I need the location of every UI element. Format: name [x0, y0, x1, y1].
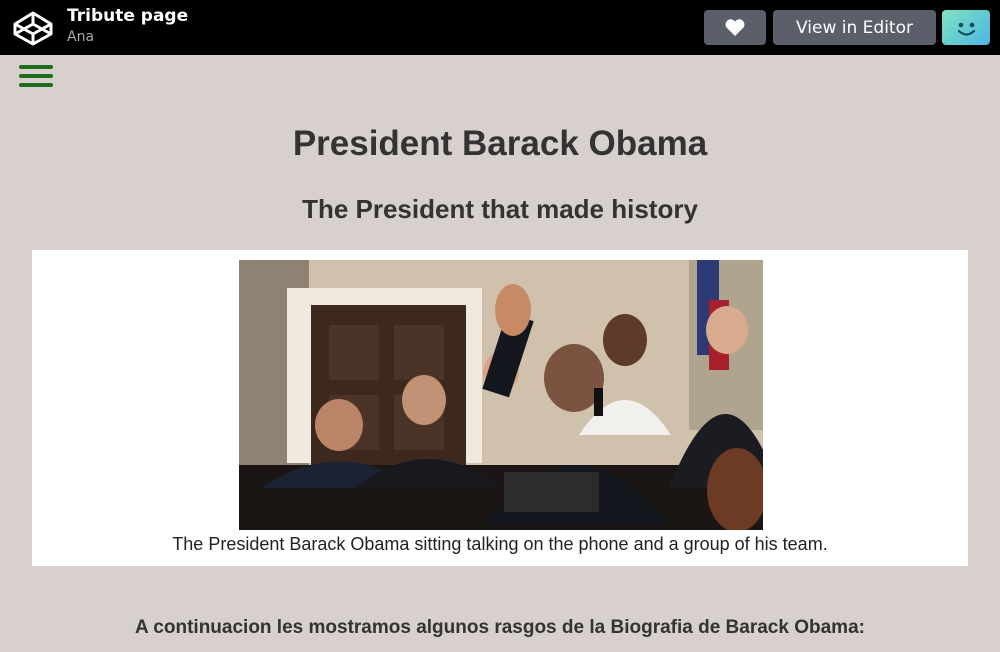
codepen-logo-icon[interactable]: [11, 10, 55, 46]
page-subtitle: The President that made history: [302, 194, 698, 224]
obama-photo: [239, 260, 763, 530]
user-avatar-icon[interactable]: [942, 10, 990, 45]
view-in-editor-button[interactable]: View in Editor: [773, 10, 936, 45]
image-card: The President Barack Obama sitting talki…: [32, 250, 968, 566]
heart-icon: [725, 19, 745, 36]
page-title: President Barack Obama: [292, 124, 708, 163]
hamburger-menu-icon[interactable]: [19, 65, 53, 89]
top-bar: Tribute page Ana View in Editor: [0, 0, 1000, 55]
biography-heading: A continuacion les mostramos algunos ras…: [135, 617, 865, 638]
image-caption: The President Barack Obama sitting talki…: [172, 534, 828, 554]
pen-author[interactable]: Ana: [67, 29, 94, 45]
pen-title[interactable]: Tribute page: [67, 6, 188, 26]
like-button[interactable]: [704, 10, 766, 45]
